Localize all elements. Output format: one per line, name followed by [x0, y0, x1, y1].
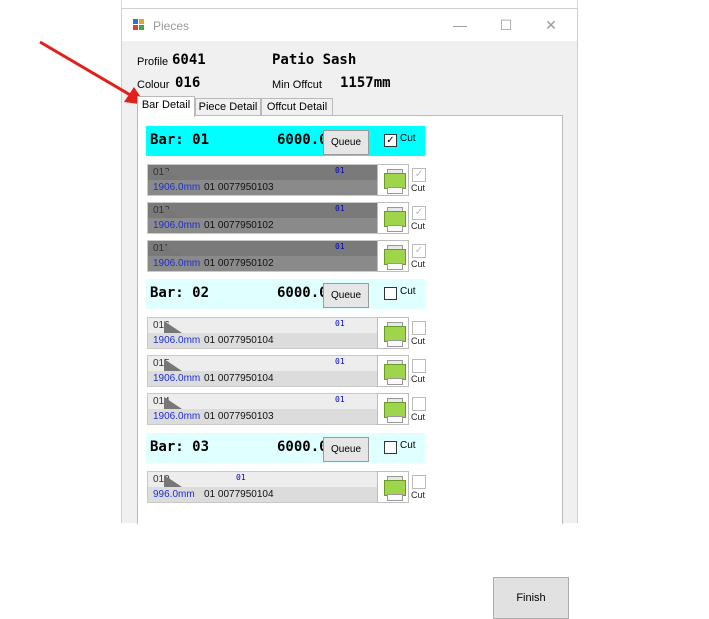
- tab-bar-detail[interactable]: Bar Detail: [137, 96, 195, 117]
- arrow-shaft: [39, 40, 133, 98]
- annotation-arrow: [39, 40, 146, 105]
- finish-button[interactable]: Finish: [493, 577, 569, 619]
